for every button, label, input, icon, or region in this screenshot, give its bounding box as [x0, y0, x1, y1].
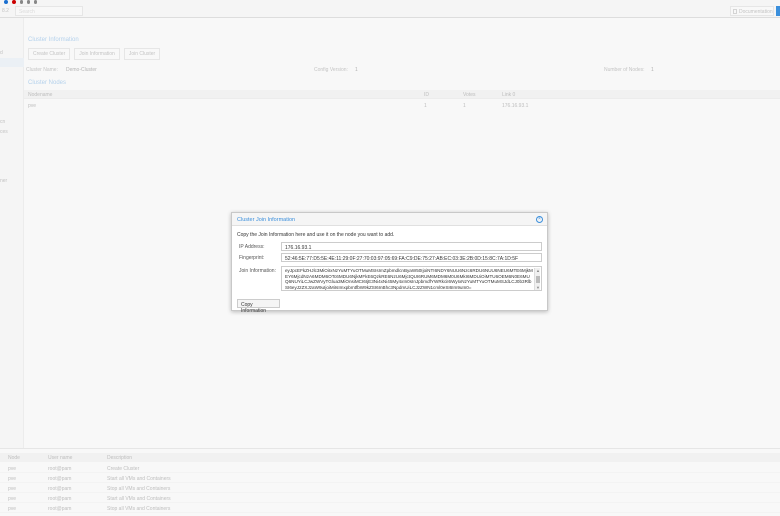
log-desc-cell: Stop all VMs and Containers: [107, 506, 171, 512]
log-user-cell: root@pam: [48, 476, 72, 482]
cluster-name-value: Demo-Cluster: [66, 67, 97, 73]
log-node-cell: pve: [8, 486, 17, 492]
dialog-description: Copy the Join Information here and use i…: [237, 232, 395, 238]
scroll-thumb[interactable]: [536, 276, 540, 283]
window-controls: [0, 0, 100, 4]
nav-item[interactable]: d: [0, 50, 3, 56]
fingerprint-field[interactable]: 52:46:5E:77:D5:5E:4E:11:29:0F:27:70:03:9…: [281, 253, 542, 262]
version-label: 8.2: [2, 8, 9, 14]
window-dot-icon: [4, 0, 8, 4]
column-header[interactable]: Nodename: [28, 92, 52, 98]
book-icon: [733, 9, 737, 14]
window-dot-icon: [12, 0, 16, 4]
copy-information-button[interactable]: Copy Information: [237, 299, 280, 314]
ip-address-label: IP Address:: [239, 244, 265, 250]
dialog-title: Cluster Join Information: [237, 217, 296, 223]
column-header[interactable]: Node: [8, 455, 20, 461]
ip-address-field[interactable]: 176.16.93.1: [281, 242, 542, 251]
log-desc-cell: Start all VMs and Containers: [107, 496, 171, 502]
log-node-cell: pve: [8, 466, 17, 472]
nodes-grid-header: Nodename ID Votes Link 0: [24, 90, 780, 99]
documentation-label: Documentation: [739, 9, 773, 15]
left-nav: d cn ces ner: [0, 18, 24, 448]
top-bar: 8.2 Search Documentation: [0, 0, 780, 18]
config-version-label: Config Version:: [314, 67, 348, 73]
log-desc-cell: Start all VMs and Containers: [107, 476, 171, 482]
cluster-nodes-title: Cluster Nodes: [28, 80, 67, 86]
window-dot-icon: [34, 0, 37, 4]
table-row[interactable]: pve root@pam Stop all VMs and Containers: [0, 484, 780, 493]
column-header[interactable]: Description: [107, 455, 132, 461]
join-information-textarea[interactable]: eyJpcEFkZHJlc3MiOiIxNzYuMTYuOTMuMSIsImZp…: [281, 266, 542, 291]
fingerprint-label: Fingerprint:: [239, 255, 265, 261]
window-dot-icon: [27, 0, 30, 4]
log-node-cell: pve: [8, 476, 17, 482]
num-nodes-value: 1: [651, 67, 654, 73]
window-dot-icon: [20, 0, 23, 4]
log-user-cell: root@pam: [48, 466, 72, 472]
textarea-scrollbar[interactable]: ▲ ▼: [534, 268, 540, 290]
node-votes-cell: 1: [463, 103, 466, 109]
node-name-cell: pve: [28, 103, 37, 109]
column-header[interactable]: Votes: [463, 92, 476, 98]
log-node-cell: pve: [8, 496, 17, 502]
num-nodes-label: Number of Nodes:: [604, 67, 645, 73]
nav-selected-row: [0, 58, 24, 67]
close-icon[interactable]: ×: [536, 216, 543, 223]
node-id-cell: 1: [424, 103, 427, 109]
join-information-text: eyJpcEFkZHJlc3MiOiIxNzYuMTYuOTMuMSIsImZp…: [285, 268, 533, 290]
table-row[interactable]: pve root@pam Create Cluster: [0, 464, 780, 473]
node-link-cell: 176.16.93.1: [502, 103, 529, 109]
task-log-panel: Node User name Description pve root@pam …: [0, 448, 780, 516]
documentation-button[interactable]: Documentation: [730, 6, 774, 16]
create-vm-button[interactable]: [776, 6, 780, 16]
cluster-toolbar: Create Cluster Join Information Join Clu…: [28, 48, 161, 60]
column-header[interactable]: ID: [424, 92, 429, 98]
log-node-cell: pve: [8, 506, 17, 512]
nav-item[interactable]: ner: [0, 178, 7, 184]
column-header[interactable]: Link 0: [502, 92, 515, 98]
table-row[interactable]: pve 1 1 176.16.93.1: [24, 101, 780, 110]
nav-item[interactable]: ces: [0, 129, 8, 135]
log-user-cell: root@pam: [48, 496, 72, 502]
log-header: Node User name Description: [0, 453, 780, 462]
table-row[interactable]: pve root@pam Start all VMs and Container…: [0, 494, 780, 503]
join-information-label: Join Information:: [239, 268, 276, 274]
table-row[interactable]: pve root@pam Stop all VMs and Containers: [0, 504, 780, 513]
log-desc-cell: Stop all VMs and Containers: [107, 486, 171, 492]
search-input[interactable]: Search: [15, 6, 83, 16]
log-desc-cell: Create Cluster: [107, 466, 140, 472]
column-header[interactable]: User name: [48, 455, 72, 461]
cluster-info-title: Cluster Information: [28, 37, 79, 43]
scroll-down-icon[interactable]: ▼: [535, 285, 541, 290]
join-information-button[interactable]: Join Information: [74, 48, 120, 60]
scroll-up-icon[interactable]: ▲: [535, 268, 541, 273]
join-cluster-button[interactable]: Join Cluster: [123, 48, 161, 60]
log-user-cell: root@pam: [48, 486, 72, 492]
dialog-header: Cluster Join Information ×: [232, 213, 547, 226]
table-row[interactable]: pve root@pam Start all VMs and Container…: [0, 474, 780, 483]
config-version-value: 1: [355, 67, 358, 73]
cluster-name-label: Cluster Name:: [26, 67, 58, 73]
nav-item[interactable]: cn: [0, 119, 5, 125]
create-cluster-button[interactable]: Create Cluster: [28, 48, 71, 60]
log-user-cell: root@pam: [48, 506, 72, 512]
cluster-join-dialog: Cluster Join Information × Copy the Join…: [231, 212, 548, 314]
